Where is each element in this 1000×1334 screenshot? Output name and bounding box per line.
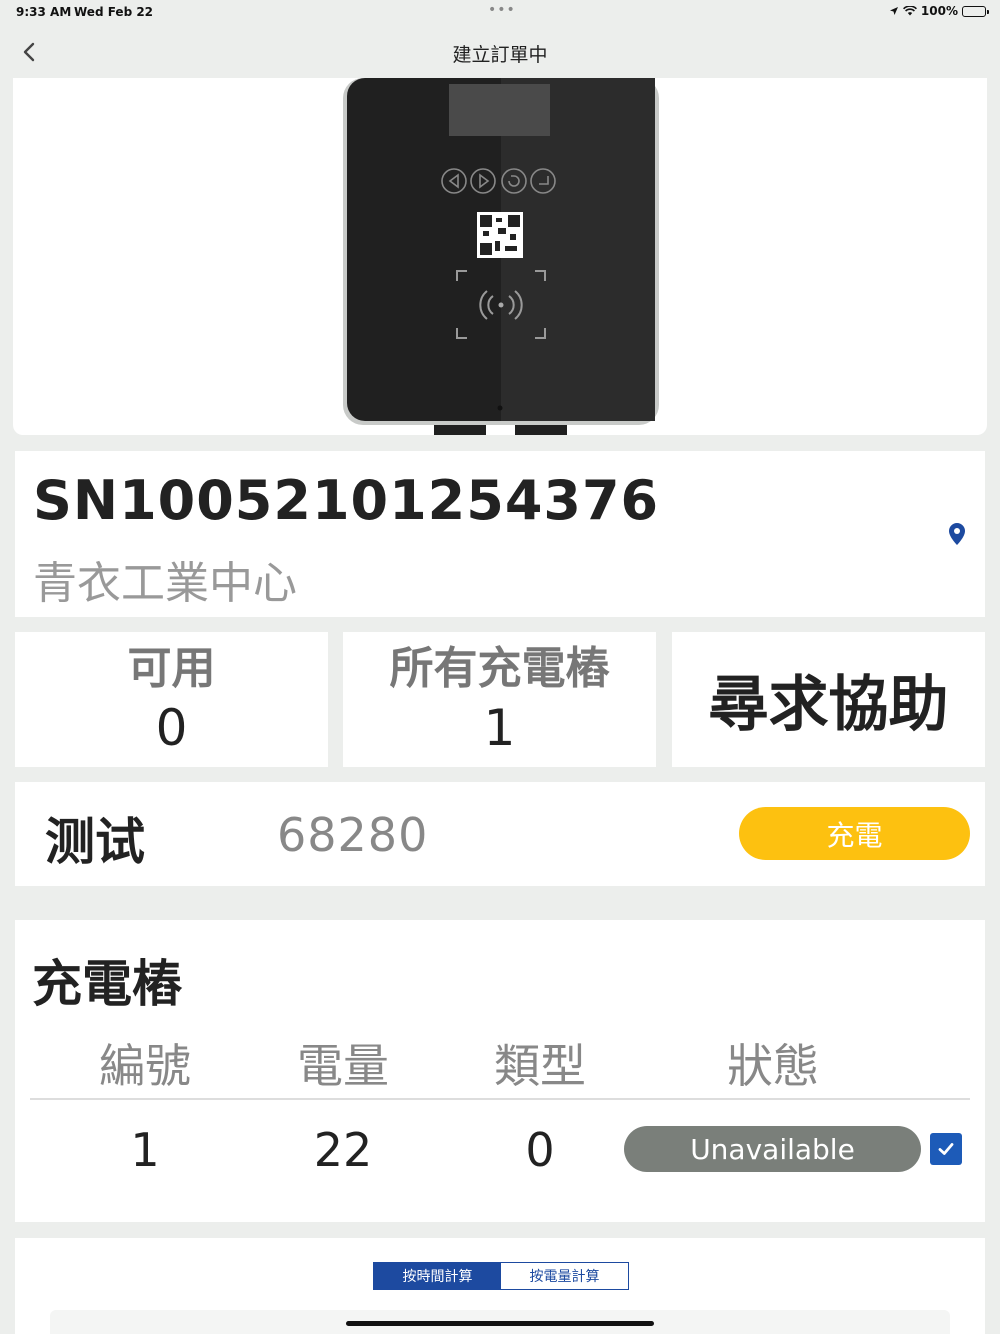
station-location: 青衣工業中心 bbox=[33, 558, 297, 609]
account-number: 68280 bbox=[277, 808, 429, 862]
calculation-mode-card: 按時間計算 按電量計算 bbox=[15, 1238, 985, 1334]
all-chargers-value: 1 bbox=[483, 699, 516, 757]
available-label: 可用 bbox=[127, 643, 216, 694]
multitask-dots-icon[interactable]: ••• bbox=[488, 2, 516, 18]
cell-type: 0 bbox=[525, 1123, 555, 1177]
status-indicators: 100% bbox=[889, 4, 989, 18]
cell-id: 1 bbox=[130, 1123, 160, 1177]
status-bar: 9:33 AM Wed Feb 22 ••• 100% bbox=[0, 0, 1000, 24]
status-badge: Unavailable bbox=[624, 1126, 921, 1172]
status-time: 9:33 AM bbox=[16, 5, 72, 19]
calculation-mode-segmented-control: 按時間計算 按電量計算 bbox=[373, 1262, 629, 1290]
page-title: 建立訂單中 bbox=[452, 44, 548, 66]
user-name: 测试 bbox=[45, 813, 145, 871]
help-button[interactable]: 尋求協助 bbox=[672, 632, 985, 767]
column-header-status: 狀態 bbox=[727, 1039, 819, 1093]
chargers-table-card: 充電樁 編號 電量 類型 狀態 1 22 0 Unavailable bbox=[15, 920, 985, 1222]
home-indicator[interactable] bbox=[346, 1321, 654, 1326]
status-date: Wed Feb 22 bbox=[74, 5, 154, 19]
table-row[interactable]: 1 22 0 Unavailable bbox=[30, 1120, 970, 1180]
chargers-heading: 充電樁 bbox=[32, 955, 182, 1013]
available-stat: 可用 0 bbox=[15, 632, 328, 767]
column-header-id: 編號 bbox=[99, 1039, 191, 1093]
all-chargers-label: 所有充電樁 bbox=[389, 643, 610, 694]
tab-by-energy[interactable]: 按電量計算 bbox=[501, 1263, 628, 1289]
checkmark-icon bbox=[938, 1143, 954, 1155]
battery-icon bbox=[962, 5, 989, 17]
column-header-power: 電量 bbox=[297, 1039, 389, 1093]
table-header: 編號 電量 類型 狀態 bbox=[30, 1030, 970, 1100]
station-info-card: SN10052101254376 青衣工業中心 bbox=[15, 451, 985, 617]
map-pin-icon[interactable] bbox=[949, 523, 965, 545]
tab-by-time[interactable]: 按時間計算 bbox=[374, 1263, 501, 1289]
cell-power: 22 bbox=[313, 1123, 373, 1177]
ev-charger-illustration bbox=[343, 78, 659, 435]
charge-action-card: 测试 68280 充電 bbox=[15, 782, 985, 886]
nav-bar: 建立訂單中 bbox=[0, 28, 1000, 74]
battery-percent: 100% bbox=[920, 4, 958, 18]
column-header-type: 類型 bbox=[494, 1039, 586, 1093]
charger-image bbox=[13, 78, 987, 435]
charge-button[interactable]: 充電 bbox=[739, 807, 970, 860]
station-serial: SN10052101254376 bbox=[33, 469, 660, 532]
available-value: 0 bbox=[155, 699, 188, 757]
location-arrow-icon bbox=[889, 7, 898, 15]
all-chargers-stat: 所有充電樁 1 bbox=[343, 632, 656, 767]
charger-select-checkbox[interactable] bbox=[930, 1133, 962, 1165]
wifi-icon bbox=[902, 6, 917, 16]
